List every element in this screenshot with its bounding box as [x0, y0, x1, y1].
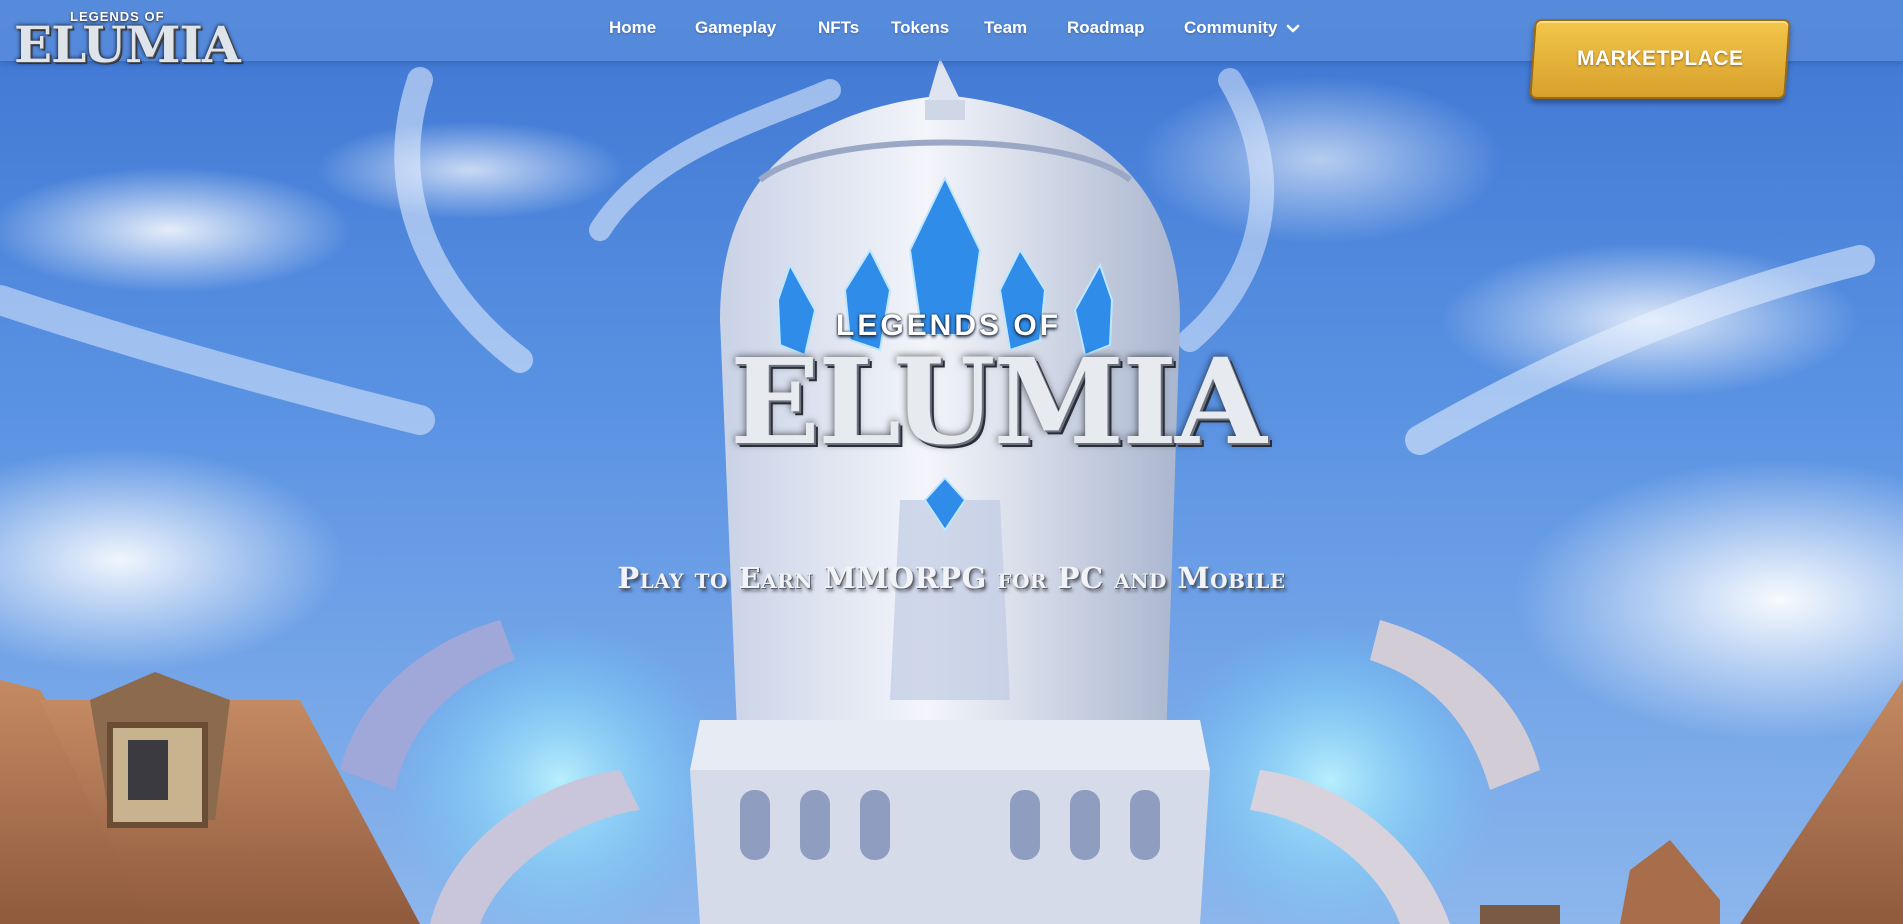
- nav-item-nfts[interactable]: NFTs: [818, 18, 859, 38]
- nav-item-gameplay[interactable]: Gameplay: [695, 18, 776, 38]
- hero-background: LEGENDS OF ELUMIA Play to Earn MMORPG fo…: [0, 0, 1903, 924]
- nav-item-team[interactable]: Team: [984, 18, 1027, 38]
- nav-item-community-label: Community: [1184, 18, 1278, 37]
- marketplace-button[interactable]: MARKETPLACE: [1529, 19, 1791, 99]
- nav-item-roadmap[interactable]: Roadmap: [1067, 18, 1144, 38]
- nav-item-community[interactable]: Community: [1184, 18, 1301, 38]
- hero-tagline: Play to Earn MMORPG for PC and Mobile: [617, 561, 1286, 595]
- hero-logo: LEGENDS OF ELUMIA: [690, 175, 1267, 475]
- nav-item-home[interactable]: Home: [609, 18, 656, 38]
- chevron-down-icon: [1286, 24, 1300, 32]
- marketplace-button-label: MARKETPLACE: [1576, 47, 1744, 70]
- hero-logo-title: ELUMIA: [730, 332, 1267, 471]
- nav-item-tokens[interactable]: Tokens: [891, 18, 949, 38]
- brand-logo-title: ELUMIA: [14, 15, 241, 74]
- brand-logo[interactable]: LEGENDS OF ELUMIA: [14, 6, 241, 72]
